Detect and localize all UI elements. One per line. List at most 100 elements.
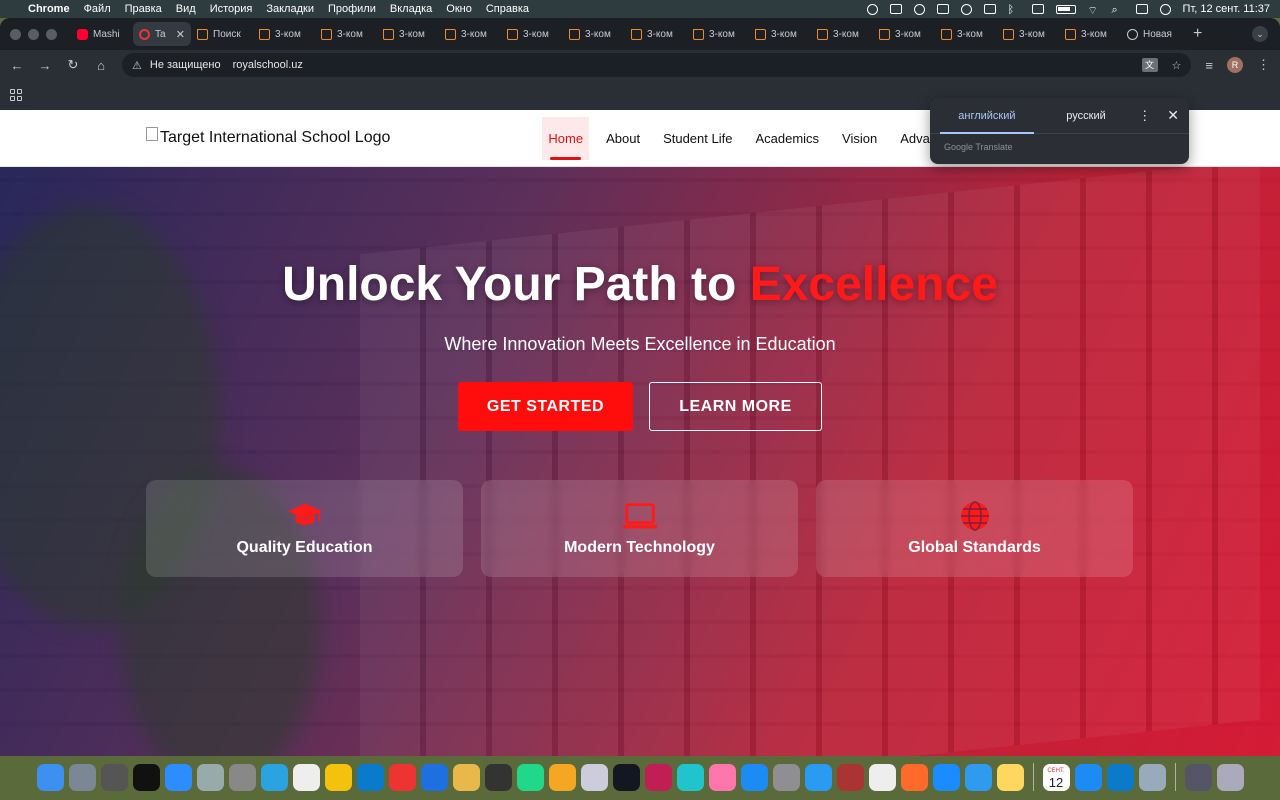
keyboard-layout-icon[interactable] [1031, 4, 1044, 14]
status-k-icon[interactable] [983, 4, 996, 14]
screen-sharing-icon[interactable] [580, 763, 608, 791]
textedit-icon[interactable] [868, 763, 896, 791]
menu-profiles[interactable]: Профили [328, 3, 376, 15]
translate-target-language[interactable]: русский [1044, 98, 1128, 134]
chatgpt-icon[interactable] [292, 763, 320, 791]
status-vpn-icon[interactable] [889, 4, 902, 14]
tab-search[interactable]: Поиск [191, 22, 253, 46]
get-started-button[interactable]: GET STARTED [458, 382, 633, 431]
tab-listing[interactable]: 3-ком [501, 22, 563, 46]
tab-listing[interactable]: 3-ком [687, 22, 749, 46]
menu-clock[interactable]: Пт, 12 сент. 11:37 [1183, 3, 1270, 15]
tab-listing[interactable]: 3-ком [625, 22, 687, 46]
canva-icon[interactable] [676, 763, 704, 791]
app-store-icon[interactable] [740, 763, 768, 791]
nav-home[interactable]: Home [542, 116, 590, 160]
bluetooth-icon[interactable]: ᛒ [1008, 4, 1020, 16]
close-tab-icon[interactable]: ✕ [176, 28, 185, 41]
new-tab-button[interactable]: + [1193, 25, 1202, 43]
feature-card-technology[interactable]: Modern Technology [481, 480, 798, 577]
zoom-window-button[interactable] [46, 28, 57, 40]
reading-list-icon[interactable]: ≡ [1205, 58, 1213, 73]
battery-icon[interactable] [1055, 4, 1076, 14]
url-text[interactable]: royalschool.uz [233, 59, 303, 71]
security-label[interactable]: Не защищено [150, 59, 221, 71]
calculator-icon[interactable] [100, 763, 128, 791]
wps-icon[interactable] [388, 763, 416, 791]
menu-history[interactable]: История [210, 3, 253, 15]
swift-icon[interactable] [900, 763, 928, 791]
translate-icon[interactable]: 文 [1141, 58, 1158, 72]
tab-new[interactable]: Новая [1121, 22, 1183, 46]
feature-card-quality[interactable]: Quality Education [146, 480, 463, 577]
pycharm-icon[interactable] [516, 763, 544, 791]
menu-app-name[interactable]: Chrome [28, 3, 70, 15]
translate-close-icon[interactable]: ✕ [1167, 107, 1179, 124]
system-settings-icon[interactable] [772, 763, 800, 791]
menu-tab[interactable]: Вкладка [390, 3, 432, 15]
tab-listing[interactable]: 3-ком [811, 22, 873, 46]
minimize-window-button[interactable] [28, 28, 39, 40]
forward-icon[interactable]: → [38, 58, 52, 73]
tab-listing[interactable]: 3-ком [315, 22, 377, 46]
bookmark-star-icon[interactable]: ☆ [1172, 59, 1182, 72]
menu-help[interactable]: Справка [486, 3, 529, 15]
feature-card-global[interactable]: Global Standards [816, 480, 1133, 577]
tab-listing[interactable]: 3-ком [563, 22, 625, 46]
reload-icon[interactable]: ↻ [66, 57, 80, 73]
nav-academics[interactable]: Academics [749, 117, 825, 160]
rocket-icon[interactable] [228, 763, 256, 791]
trash-icon[interactable] [1216, 763, 1244, 791]
vscode-icon[interactable] [356, 763, 384, 791]
learn-more-button[interactable]: LEARN MORE [649, 382, 822, 431]
downloads-stack-icon[interactable] [1184, 763, 1212, 791]
wifi-icon[interactable]: ⌔ [1088, 4, 1100, 17]
tradingview-icon[interactable] [612, 763, 640, 791]
siri-icon[interactable] [1159, 3, 1171, 15]
zoom-icon[interactable] [164, 763, 192, 791]
vscode-recent-icon[interactable] [1106, 763, 1134, 791]
tab-listing[interactable]: 3-ком [997, 22, 1059, 46]
tab-target-active[interactable]: Ta ✕ [133, 22, 191, 46]
tab-youtube[interactable]: Mashi [71, 22, 133, 46]
nav-vision[interactable]: Vision [836, 117, 883, 160]
notes-icon[interactable] [996, 763, 1024, 791]
safari-icon[interactable] [964, 763, 992, 791]
tab-search-icon[interactable]: ⌄ [1252, 26, 1268, 42]
menu-edit[interactable]: Правка [125, 3, 162, 15]
site-logo[interactable]: Target International School Logo [146, 127, 390, 147]
translate-options-icon[interactable]: ⋮ [1138, 108, 1151, 124]
css-icon[interactable] [420, 763, 448, 791]
nav-about[interactable]: About [600, 117, 646, 160]
menu-window[interactable]: Окно [446, 3, 472, 15]
tab-listing[interactable]: 3-ком [253, 22, 315, 46]
finder-alt-icon[interactable] [804, 763, 832, 791]
media-icon[interactable] [644, 763, 672, 791]
menu-file[interactable]: Файл [84, 3, 111, 15]
launchpad-icon[interactable] [68, 763, 96, 791]
teamviewer-icon[interactable] [932, 763, 960, 791]
terminal-icon[interactable] [132, 763, 160, 791]
photos-icon[interactable] [708, 763, 736, 791]
close-window-button[interactable] [10, 28, 21, 40]
status-shield-icon[interactable] [936, 4, 949, 14]
finder-icon[interactable] [36, 763, 64, 791]
tab-listing[interactable]: 3-ком [749, 22, 811, 46]
tab-listing[interactable]: 3-ком [873, 22, 935, 46]
back-icon[interactable]: ← [10, 58, 24, 73]
control-center-icon[interactable] [1135, 4, 1148, 14]
spotlight-search-icon[interactable]: ⌕ [1112, 4, 1124, 16]
quicktime-icon[interactable] [196, 763, 224, 791]
telegram-icon[interactable] [260, 763, 288, 791]
tab-listing[interactable]: 3-ком [377, 22, 439, 46]
mail-icon[interactable] [1074, 763, 1102, 791]
status-play-icon[interactable] [960, 3, 972, 15]
status-openai-icon[interactable] [866, 3, 878, 15]
preview-icon[interactable] [452, 763, 480, 791]
menu-view[interactable]: Вид [176, 3, 196, 15]
nav-student-life[interactable]: Student Life [657, 117, 738, 160]
app-icon[interactable] [836, 763, 864, 791]
profile-avatar[interactable]: R [1227, 57, 1243, 73]
tab-listing[interactable]: 3-ком [439, 22, 501, 46]
translate-source-language[interactable]: английский [940, 98, 1034, 134]
